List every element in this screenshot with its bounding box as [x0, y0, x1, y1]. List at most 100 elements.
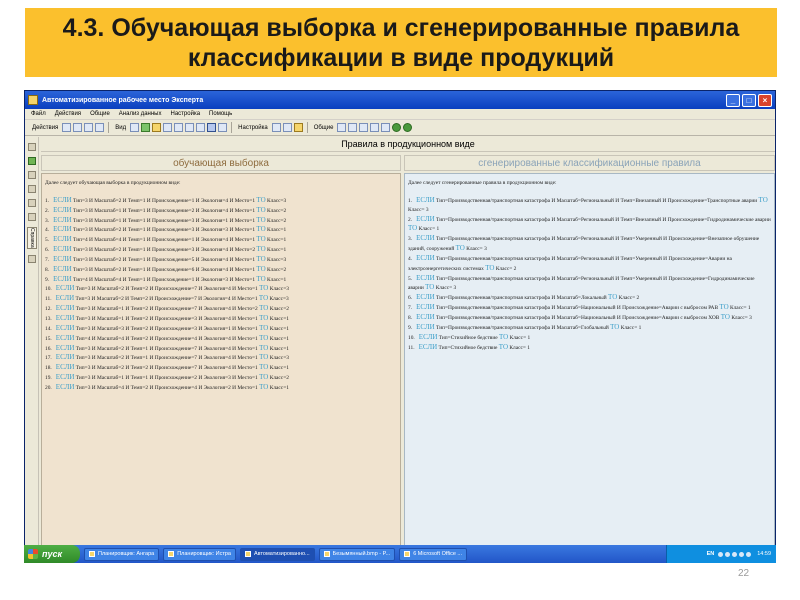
taskbar-item[interactable]: Планировщик: Истра: [163, 547, 236, 561]
menu-settings[interactable]: Настройка: [171, 111, 201, 117]
rule-number: 10.: [408, 334, 415, 341]
brush-icon[interactable]: [293, 123, 303, 132]
then-keyword: ТО: [258, 294, 269, 303]
open-icon[interactable]: [62, 123, 72, 132]
if-keyword: ЕСЛИ: [55, 373, 75, 382]
palette-icon[interactable]: [152, 123, 162, 132]
menu-file[interactable]: Файл: [31, 111, 46, 117]
if-keyword: ЕСЛИ: [416, 303, 435, 312]
rule-row: 17. ЕСЛИ Тип=3 И Масштаб=2 И Темп=1 И Пр…: [45, 353, 397, 363]
tray-icon[interactable]: [725, 551, 731, 557]
rule-row: 10. ЕСЛИ Тип=3 И Масштаб=2 И Темп=2 И Пр…: [45, 284, 397, 294]
generated-rules-panel[interactable]: Далее следует сгенерированные правила в …: [404, 173, 775, 548]
rule-condition: Тип=3 И Масштаб=1 И Темп=2 И Происхожден…: [75, 315, 258, 322]
tools-icon[interactable]: [218, 123, 228, 132]
training-set-panel[interactable]: Далее следует обучающая выборка в продук…: [41, 173, 401, 548]
rule-number: 6.: [45, 247, 50, 254]
back-icon[interactable]: [392, 123, 402, 132]
then-keyword: ТО: [498, 342, 509, 351]
rule-class: Класс= 2: [495, 265, 517, 272]
if-keyword: ЕСЛИ: [418, 342, 438, 351]
app-icon: [168, 551, 175, 557]
rule-number: 8.: [408, 314, 413, 321]
print-icon[interactable]: [348, 123, 358, 132]
table-icon[interactable]: [28, 213, 36, 221]
rule-class: Класс=1: [269, 325, 289, 332]
close-button[interactable]: ×: [758, 93, 772, 107]
layout-icon[interactable]: [196, 123, 206, 132]
grid-icon[interactable]: [28, 185, 36, 193]
generated-rules-intro: Далее следует сгенерированные правила в …: [408, 180, 557, 186]
taskbar-item[interactable]: Планировщик: Ангара: [84, 547, 160, 561]
list-icon[interactable]: [28, 199, 36, 207]
rule-number: 2.: [45, 207, 50, 214]
menu-actions[interactable]: Действия: [55, 111, 81, 117]
taskbar-item[interactable]: 6 Microsoft Office ...: [399, 547, 467, 561]
rule-class: Класс=1: [267, 276, 287, 283]
rule-row: 14. ЕСЛИ Тип=3 И Масштаб=3 И Темп=2 И Пр…: [45, 324, 397, 334]
toolbar-actions-label[interactable]: Действия: [32, 125, 58, 131]
grid-icon[interactable]: [174, 123, 184, 132]
menu-common[interactable]: Общие: [90, 111, 110, 117]
maximize-button[interactable]: □: [742, 93, 756, 107]
rule-row: 2. ЕСЛИ Тип=3 И Масштаб=1 И Темп=1 И Про…: [45, 206, 397, 216]
menu-data-analysis[interactable]: Анализ данных: [119, 111, 162, 117]
table-icon[interactable]: [84, 123, 94, 132]
tray-icon[interactable]: [739, 551, 745, 557]
rules-view-icon[interactable]: [207, 123, 217, 132]
menu-help[interactable]: Помощь: [209, 111, 232, 117]
forward-icon[interactable]: [403, 123, 413, 132]
tray-icon[interactable]: [732, 551, 738, 557]
rule-condition: Тип=3 И Масштаб=2 И Темп=1 И Происхожден…: [73, 256, 256, 263]
minimize-button[interactable]: _: [726, 93, 740, 107]
tree-icon[interactable]: [28, 157, 36, 165]
rule-number: 1.: [45, 197, 50, 204]
rule-class: Класс= 1: [509, 334, 531, 341]
rule-class: Класс=1: [269, 365, 289, 372]
document-icon[interactable]: [28, 255, 36, 263]
copy-icon[interactable]: [359, 123, 369, 132]
window-titlebar[interactable]: Автоматизированное рабочее место Эксперт…: [25, 91, 775, 109]
if-keyword: ЕСЛИ: [55, 313, 75, 322]
language-indicator[interactable]: EN: [707, 551, 715, 557]
taskbar-item[interactable]: Автоматизированно...: [239, 547, 315, 561]
toolbar-view-label[interactable]: Вид: [115, 125, 126, 131]
start-button[interactable]: пуск: [24, 545, 80, 563]
clock-icon[interactable]: [370, 123, 380, 132]
toolbar-common-label[interactable]: Общие: [314, 125, 334, 131]
rule-number: 19.: [45, 375, 52, 382]
help-tab[interactable]: Справка: [27, 227, 37, 249]
settings-icon[interactable]: [271, 123, 281, 132]
page-number: 22: [738, 568, 750, 579]
pin-icon[interactable]: [28, 143, 36, 151]
flag-icon[interactable]: [130, 123, 140, 132]
document-icon[interactable]: [95, 123, 105, 132]
then-keyword: ТО: [256, 235, 266, 244]
dropdown-icon[interactable]: [337, 123, 347, 132]
list-icon[interactable]: [185, 123, 195, 132]
window-icon[interactable]: [282, 123, 292, 132]
toolbar-settings-label[interactable]: Настройка: [238, 125, 268, 131]
toolbar-separator: [108, 122, 110, 133]
taskbar-item[interactable]: Безымянный.bmp - P...: [318, 547, 396, 561]
info-icon[interactable]: [381, 123, 391, 132]
tray-icon[interactable]: [718, 551, 724, 557]
tree-icon[interactable]: [141, 123, 151, 132]
then-keyword: ТО: [259, 373, 269, 382]
clock[interactable]: 14:59: [757, 551, 771, 557]
chart-icon[interactable]: [163, 123, 173, 132]
rule-class: Класс=1: [267, 247, 287, 254]
rule-row: 4. ЕСЛИ Тип=3 И Масштаб=2 И Темп=1 И Про…: [45, 225, 397, 235]
tray-icon[interactable]: [746, 551, 752, 557]
rule-number: 18.: [45, 365, 52, 372]
rule-condition: Тип=3 И Масштаб=2 И Темп=1 И Происхожден…: [73, 266, 256, 273]
then-keyword: ТО: [259, 353, 269, 362]
save-icon[interactable]: [73, 123, 83, 132]
app-icon: [89, 551, 95, 557]
rule-number: 7.: [45, 256, 50, 263]
if-keyword: ЕСЛИ: [53, 235, 72, 244]
rule-number: 3.: [45, 217, 50, 224]
rule-condition: Тип=3 И Масштаб=2 И Темп=1 И Происхожден…: [73, 247, 256, 254]
rule-row: 11. ЕСЛИ Тип=Стихийное бедствие ТО Класс…: [408, 343, 771, 353]
rule-icon[interactable]: [28, 171, 36, 179]
